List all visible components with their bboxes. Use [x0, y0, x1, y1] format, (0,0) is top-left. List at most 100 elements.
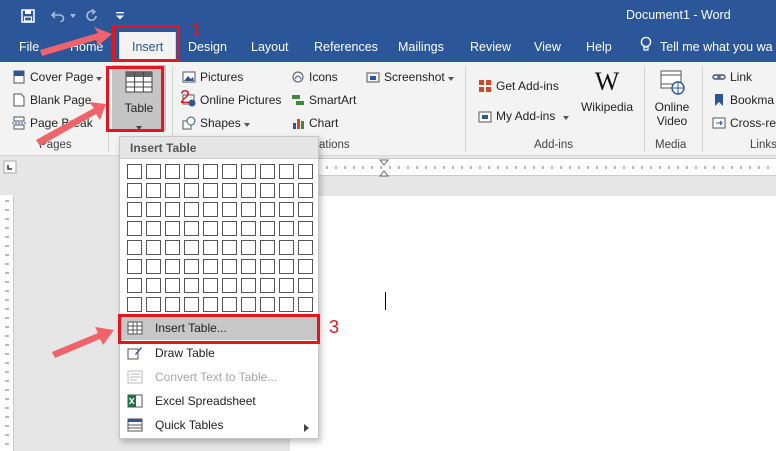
table-grid-cell[interactable]: [222, 202, 237, 217]
table-grid-cell[interactable]: [184, 221, 199, 236]
table-grid-cell[interactable]: [241, 202, 256, 217]
table-grid-cell[interactable]: [260, 183, 275, 198]
pictures-button[interactable]: Pictures: [182, 67, 243, 87]
table-grid-cell[interactable]: [127, 297, 142, 312]
cover-page-button[interactable]: Cover Page: [12, 67, 103, 87]
table-grid-cell[interactable]: [298, 278, 313, 293]
get-addins-button[interactable]: Get Add-ins: [478, 76, 559, 96]
undo-icon[interactable]: [48, 6, 68, 26]
table-grid-cell[interactable]: [146, 183, 161, 198]
document-page[interactable]: [290, 196, 776, 451]
table-grid-cell[interactable]: [241, 259, 256, 274]
my-addins-button[interactable]: My Add-ins: [478, 106, 570, 126]
table-grid-cell[interactable]: [127, 259, 142, 274]
tell-me-search[interactable]: Tell me what you wa: [640, 32, 773, 62]
table-grid-cell[interactable]: [203, 183, 218, 198]
table-grid-cell[interactable]: [298, 202, 313, 217]
table-grid-cell[interactable]: [184, 297, 199, 312]
table-grid-cell[interactable]: [260, 240, 275, 255]
table-grid-cell[interactable]: [222, 183, 237, 198]
table-grid-cell[interactable]: [165, 278, 180, 293]
chart-button[interactable]: Chart: [291, 113, 338, 133]
table-grid-cell[interactable]: [146, 164, 161, 179]
table-grid-cell[interactable]: [146, 240, 161, 255]
screenshot-button[interactable]: Screenshot: [366, 67, 454, 87]
table-grid-cell[interactable]: [165, 183, 180, 198]
tab-references[interactable]: References: [314, 32, 378, 62]
draw-table-menu-item[interactable]: Draw Table: [121, 341, 318, 365]
horizontal-ruler[interactable]: [290, 158, 776, 177]
table-grid-cell[interactable]: [127, 278, 142, 293]
table-grid-cell[interactable]: [279, 297, 294, 312]
tab-mailings[interactable]: Mailings: [398, 32, 444, 62]
table-grid-cell[interactable]: [203, 202, 218, 217]
wikipedia-button[interactable]: W Wikipedia: [578, 68, 636, 115]
table-grid-cell[interactable]: [146, 259, 161, 274]
table-grid-cell[interactable]: [260, 164, 275, 179]
redo-icon[interactable]: [82, 6, 102, 26]
table-grid-cell[interactable]: [279, 240, 294, 255]
table-grid-cell[interactable]: [222, 221, 237, 236]
undo-dropdown-icon[interactable]: [68, 6, 78, 26]
table-grid-cell[interactable]: [165, 240, 180, 255]
table-grid-cell[interactable]: [298, 221, 313, 236]
table-grid-cell[interactable]: [298, 259, 313, 274]
table-grid-cell[interactable]: [260, 221, 275, 236]
table-grid-cell[interactable]: [184, 202, 199, 217]
table-grid-cell[interactable]: [241, 183, 256, 198]
table-grid-cell[interactable]: [279, 202, 294, 217]
tab-file[interactable]: File: [19, 32, 39, 62]
table-grid-cell[interactable]: [298, 164, 313, 179]
table-grid-cell[interactable]: [298, 297, 313, 312]
vertical-ruler[interactable]: [0, 195, 14, 451]
smartart-button[interactable]: SmartArt: [291, 90, 356, 110]
table-grid-cell[interactable]: [260, 202, 275, 217]
table-grid-cell[interactable]: [127, 164, 142, 179]
table-grid-cell[interactable]: [222, 240, 237, 255]
table-grid-cell[interactable]: [203, 297, 218, 312]
table-grid-cell[interactable]: [165, 297, 180, 312]
table-grid-cell[interactable]: [279, 164, 294, 179]
table-grid-cell[interactable]: [298, 240, 313, 255]
table-grid-cell[interactable]: [184, 164, 199, 179]
table-grid-cell[interactable]: [222, 297, 237, 312]
table-grid-cell[interactable]: [146, 221, 161, 236]
table-grid-cell[interactable]: [241, 297, 256, 312]
table-grid-cell[interactable]: [203, 164, 218, 179]
quick-tables-menu-item[interactable]: Quick Tables: [121, 413, 318, 437]
table-grid-cell[interactable]: [203, 221, 218, 236]
table-grid-cell[interactable]: [127, 221, 142, 236]
table-grid-cell[interactable]: [146, 297, 161, 312]
table-grid-cell[interactable]: [260, 278, 275, 293]
table-grid-cell[interactable]: [184, 240, 199, 255]
excel-spreadsheet-menu-item[interactable]: Excel Spreadsheet: [121, 389, 318, 413]
table-grid-cell[interactable]: [279, 183, 294, 198]
table-grid-cell[interactable]: [127, 202, 142, 217]
shapes-button[interactable]: Shapes: [182, 113, 250, 133]
table-grid-cell[interactable]: [260, 297, 275, 312]
save-icon[interactable]: [18, 6, 38, 26]
customize-qat-icon[interactable]: [113, 6, 127, 26]
table-grid-cell[interactable]: [222, 164, 237, 179]
table-grid-cell[interactable]: [241, 221, 256, 236]
table-grid-cell[interactable]: [146, 278, 161, 293]
table-grid-cell[interactable]: [279, 278, 294, 293]
table-grid-cell[interactable]: [165, 221, 180, 236]
page-break-button[interactable]: Page Break: [12, 113, 93, 133]
table-grid-cell[interactable]: [298, 183, 313, 198]
table-grid-cell[interactable]: [146, 202, 161, 217]
cross-reference-button[interactable]: Cross-ref: [712, 113, 776, 133]
tab-review[interactable]: Review: [470, 32, 511, 62]
table-grid-cell[interactable]: [184, 278, 199, 293]
table-grid-cell[interactable]: [127, 240, 142, 255]
table-grid-cell[interactable]: [165, 164, 180, 179]
icons-button[interactable]: Icons: [291, 67, 338, 87]
table-grid-cell[interactable]: [241, 278, 256, 293]
table-grid-cell[interactable]: [184, 259, 199, 274]
tab-layout[interactable]: Layout: [251, 32, 289, 62]
tab-view[interactable]: View: [534, 32, 561, 62]
bookmark-button[interactable]: Bookma: [712, 90, 774, 110]
table-grid-cell[interactable]: [184, 183, 199, 198]
table-grid-cell[interactable]: [241, 240, 256, 255]
table-grid-cell[interactable]: [127, 183, 142, 198]
